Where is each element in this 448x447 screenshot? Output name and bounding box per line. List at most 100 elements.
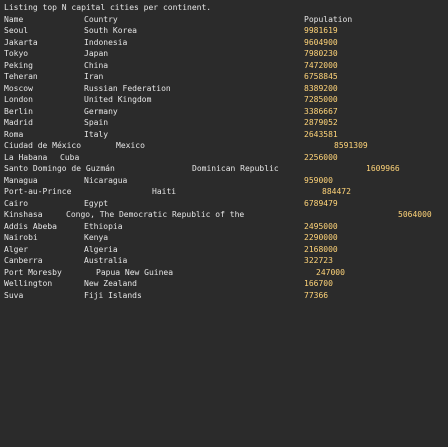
table-row: Alger Algeria 2168000 <box>4 244 448 256</box>
table-row: Suva Fiji Islands 77366 <box>4 290 448 302</box>
cell-population: 322723 <box>304 256 333 265</box>
table-row: Jakarta Indonesia 9604900 <box>4 37 448 49</box>
cell-name: Nairobi <box>4 233 38 242</box>
cell-population: 2290000 <box>304 233 338 242</box>
table-row: Port-au-Prince Haiti 884472 <box>4 186 448 198</box>
cell-country: United Kingdom <box>84 95 152 104</box>
cell-country: Fiji Islands <box>84 290 142 300</box>
cell-population: 3386667 <box>304 106 338 116</box>
cell-name: Port Moresby <box>4 267 62 277</box>
cell-name: Port-au-Prince <box>4 187 72 196</box>
table-row: Madrid Spain 2879052 <box>4 117 448 129</box>
table-row: Berlin Germany 3386667 <box>4 106 448 118</box>
cell-name: Ciudad de México <box>4 141 82 150</box>
cell-country: Haiti <box>152 187 177 196</box>
cell-name: La Habana <box>4 152 48 162</box>
table-row: Port Moresby Papua New Guinea 247000 <box>4 267 448 279</box>
cell-population: 166700 <box>304 279 333 288</box>
table-row: Santo Domingo de Guzmán Dominican Republ… <box>4 163 448 175</box>
cell-country: South Korea <box>84 26 137 35</box>
cell-country: Italy <box>84 129 109 139</box>
cell-population: 884472 <box>322 187 351 196</box>
cell-name: Teheran <box>4 72 38 81</box>
header-name: Name <box>4 14 24 24</box>
cell-country: Spain <box>84 118 109 127</box>
cell-name: Managua <box>4 175 38 185</box>
cell-country: Egypt <box>84 198 109 208</box>
cell-name: Madrid <box>4 118 33 127</box>
cell-country: Ethiopia <box>84 221 123 231</box>
cell-country: Algeria <box>84 244 118 254</box>
table-row: Moscow Russian Federation 8389200 <box>4 83 448 95</box>
cell-country: Congo, The Democratic Republic of the <box>66 210 245 219</box>
table-row: London United Kingdom 7285000 <box>4 94 448 106</box>
cell-country: Australia <box>84 256 128 265</box>
cell-country: Mexico <box>116 141 145 150</box>
cell-country: Germany <box>84 106 118 116</box>
cell-country: Nicaragua <box>84 175 128 185</box>
cell-population: 5064000 <box>398 210 432 219</box>
cell-name: Santo Domingo de Guzmán <box>4 164 115 173</box>
cell-population: 7472000 <box>304 60 338 70</box>
header-population: Population <box>304 14 353 24</box>
cell-name: Tokyo <box>4 49 29 58</box>
table-row: Peking China 7472000 <box>4 60 448 72</box>
cell-name: Seoul <box>4 26 29 35</box>
cell-name: Alger <box>4 244 29 254</box>
cell-country: Papua New Guinea <box>96 267 174 277</box>
table-row: Wellington New Zealand 166700 <box>4 278 448 290</box>
cell-population: 2168000 <box>304 244 338 254</box>
table-row: Seoul South Korea 9981619 <box>4 25 448 37</box>
cell-population: 7980230 <box>304 49 338 58</box>
cell-name: Roma <box>4 129 24 139</box>
table-header: Name Country Population <box>4 14 448 26</box>
cell-population: 2643581 <box>304 129 338 139</box>
cell-country: Kenya <box>84 233 109 242</box>
cell-name: London <box>4 95 33 104</box>
table-row: Canberra Australia 322723 <box>4 255 448 267</box>
cell-name: Berlin <box>4 106 33 116</box>
cell-population: 2495000 <box>304 221 338 231</box>
cell-population: 6789479 <box>304 198 338 208</box>
cell-population: 1609966 <box>366 164 400 173</box>
cell-population: 8591309 <box>334 141 368 150</box>
cell-population: 7285000 <box>304 95 338 104</box>
cell-name: Wellington <box>4 279 53 288</box>
cell-population: 6758845 <box>304 72 338 81</box>
output-title: Listing top N capital cities per contine… <box>4 3 212 12</box>
table-row: Roma Italy 2643581 <box>4 129 448 141</box>
terminal-window[interactable]: Listing top N capital cities per contine… <box>0 0 448 447</box>
cell-name: Kinshasa <box>4 210 43 219</box>
cell-country: Indonesia <box>84 37 128 47</box>
table-row: Ciudad de México Mexico 8591309 <box>4 140 448 152</box>
table-row: La Habana Cuba 2256000 <box>4 152 448 164</box>
table-row: Cairo Egypt 6789479 <box>4 198 448 210</box>
cell-country: Japan <box>84 49 109 58</box>
cell-population: 8389200 <box>304 83 338 93</box>
cell-country: Russian Federation <box>84 83 171 93</box>
cell-country: Dominican Republic <box>192 164 279 173</box>
table-row: Managua Nicaragua 959000 <box>4 175 448 187</box>
cell-name: Cairo <box>4 198 29 208</box>
cell-name: Addis Abeba <box>4 221 57 231</box>
cell-country: New Zealand <box>84 279 137 288</box>
table-row: Addis Abeba Ethiopia 2495000 <box>4 221 448 233</box>
table-row: Nairobi Kenya 2290000 <box>4 232 448 244</box>
cell-name: Suva <box>4 290 24 300</box>
cell-country: Cuba <box>60 152 80 162</box>
cell-population: 2256000 <box>304 152 338 162</box>
cell-population: 247000 <box>316 267 345 277</box>
cell-population: 9604900 <box>304 37 338 47</box>
header-country: Country <box>84 14 118 24</box>
cell-name: Peking <box>4 60 33 70</box>
cell-country: Iran <box>84 72 104 81</box>
cell-population: 2879052 <box>304 118 338 127</box>
table-row: Tokyo Japan 7980230 <box>4 48 448 60</box>
cell-population: 959000 <box>304 175 333 185</box>
cell-name: Jakarta <box>4 37 38 47</box>
table-row: Kinshasa Congo, The Democratic Republic … <box>4 209 448 221</box>
cell-country: China <box>84 60 109 70</box>
cell-name: Canberra <box>4 256 43 265</box>
cell-population: 9981619 <box>304 26 338 35</box>
cell-name: Moscow <box>4 83 33 93</box>
